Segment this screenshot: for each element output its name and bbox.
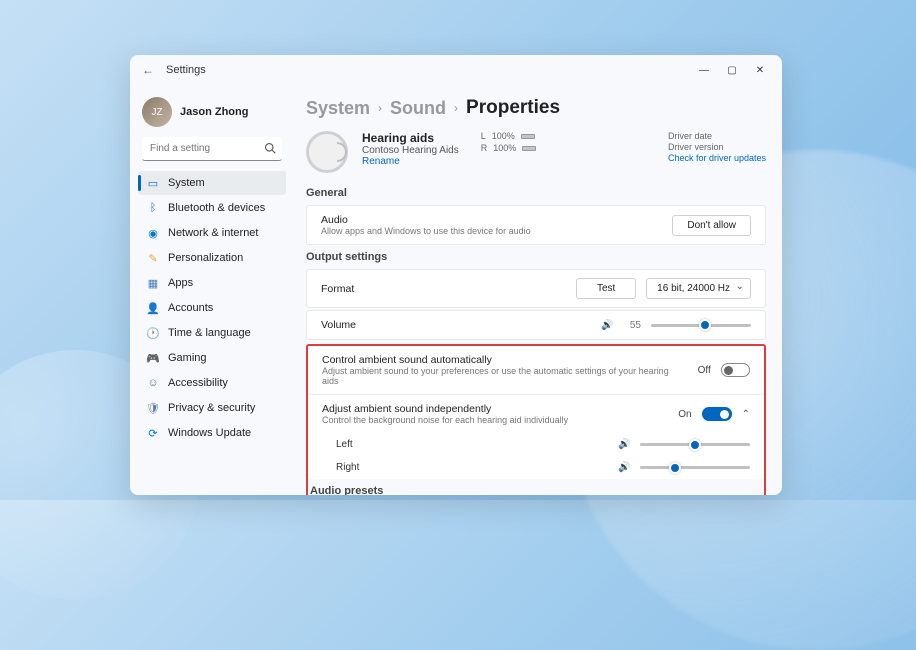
lr-levels: L100% R100% (481, 131, 537, 173)
main-panel: System › Sound › Properties Hearing aids… (290, 85, 782, 495)
speaker-icon[interactable]: 🔊 (601, 320, 613, 331)
breadcrumb-properties: Properties (466, 97, 560, 119)
breadcrumb: System › Sound › Properties (306, 97, 766, 119)
nav-bluetooth[interactable]: ᛒBluetooth & devices (138, 196, 286, 220)
audio-sub: Allow apps and Windows to use this devic… (321, 226, 531, 236)
close-button[interactable]: ✕ (746, 56, 774, 84)
device-subtitle: Contoso Hearing Aids (362, 145, 459, 156)
user-name: Jason Zhong (180, 106, 248, 118)
driver-date-label: Driver date (668, 131, 766, 141)
chevron-up-icon[interactable]: ⌃ (742, 409, 750, 420)
ambient-ind-state: On (678, 409, 691, 420)
titlebar: ← Settings — ▢ ✕ (130, 55, 782, 85)
section-output: Output settings (306, 251, 766, 263)
volume-slider[interactable] (651, 324, 751, 327)
nav-time[interactable]: 🕐Time & language (138, 321, 286, 345)
back-button[interactable]: ← (138, 60, 158, 80)
breadcrumb-system[interactable]: System (306, 98, 370, 119)
gamepad-icon: 🎮 (146, 351, 160, 365)
wifi-icon: ◉ (146, 226, 160, 240)
apps-icon: ▦ (146, 276, 160, 290)
minimize-button[interactable]: — (690, 56, 718, 84)
update-icon: ⟳ (146, 426, 160, 440)
search-input[interactable] (142, 137, 282, 161)
battery-icon (522, 146, 536, 151)
ambient-auto-sub: Adjust ambient sound to your preferences… (322, 366, 678, 386)
test-button[interactable]: Test (576, 278, 636, 299)
shield-icon: 🛡 (146, 401, 160, 415)
brush-icon: ✎ (146, 251, 160, 265)
left-slider[interactable] (640, 443, 750, 446)
settings-window: ← Settings — ▢ ✕ JZ Jason Zhong ▭System … (130, 55, 782, 495)
user-row[interactable]: JZ Jason Zhong (138, 93, 286, 137)
format-select[interactable]: 16 bit, 24000 Hz (646, 278, 751, 299)
volume-value: 55 (623, 320, 641, 331)
left-label: Left (336, 439, 386, 450)
section-general: General (306, 187, 766, 199)
section-presets: Audio presets (308, 485, 764, 495)
rename-link[interactable]: Rename (362, 156, 459, 167)
breadcrumb-sound[interactable]: Sound (390, 98, 446, 119)
speaker-icon[interactable]: 🔊 (618, 439, 630, 450)
search-icon (264, 142, 276, 154)
person-icon: 👤 (146, 301, 160, 315)
clock-icon: 🕐 (146, 326, 160, 340)
nav: ▭System ᛒBluetooth & devices ◉Network & … (138, 171, 286, 445)
ambient-ind-toggle[interactable] (702, 407, 732, 421)
audio-title: Audio (321, 214, 531, 226)
device-title: Hearing aids (362, 131, 459, 145)
bluetooth-icon: ᛒ (146, 201, 160, 215)
right-label: Right (336, 462, 386, 473)
format-label: Format (321, 283, 354, 295)
ambient-auto-title: Control ambient sound automatically (322, 354, 678, 366)
nav-accessibility[interactable]: ☺Accessibility (138, 371, 286, 395)
nav-network[interactable]: ◉Network & internet (138, 221, 286, 245)
speaker-icon[interactable]: 🔊 (618, 462, 630, 473)
chevron-right-icon: › (454, 101, 458, 115)
system-icon: ▭ (146, 176, 160, 190)
driver-info: Driver date Driver version Check for dri… (668, 131, 766, 173)
dont-allow-button[interactable]: Don't allow (672, 215, 751, 236)
maximize-button[interactable]: ▢ (718, 56, 746, 84)
nav-update[interactable]: ⟳Windows Update (138, 421, 286, 445)
device-header: Hearing aids Contoso Hearing Aids Rename… (306, 131, 766, 173)
ambient-auto-toggle[interactable] (721, 363, 750, 377)
right-slider[interactable] (640, 466, 750, 469)
nav-system[interactable]: ▭System (138, 171, 286, 195)
hearing-aid-icon (306, 131, 348, 173)
nav-accounts[interactable]: 👤Accounts (138, 296, 286, 320)
check-updates-link[interactable]: Check for driver updates (668, 153, 766, 163)
nav-privacy[interactable]: 🛡Privacy & security (138, 396, 286, 420)
nav-gaming[interactable]: 🎮Gaming (138, 346, 286, 370)
ambient-ind-title: Adjust ambient sound independently (322, 403, 568, 415)
ambient-ind-sub: Control the background noise for each he… (322, 415, 568, 425)
avatar: JZ (142, 97, 172, 127)
chevron-right-icon: › (378, 101, 382, 115)
nav-personalization[interactable]: ✎Personalization (138, 246, 286, 270)
sidebar: JZ Jason Zhong ▭System ᛒBluetooth & devi… (130, 85, 290, 495)
driver-version-label: Driver version (668, 142, 766, 152)
accessibility-icon: ☺ (146, 376, 160, 390)
battery-icon (521, 134, 535, 139)
highlighted-region: Control ambient sound automatically Adju… (306, 344, 766, 495)
nav-apps[interactable]: ▦Apps (138, 271, 286, 295)
volume-label: Volume (321, 319, 356, 331)
ambient-auto-state: Off (698, 365, 711, 376)
window-title: Settings (166, 64, 206, 76)
